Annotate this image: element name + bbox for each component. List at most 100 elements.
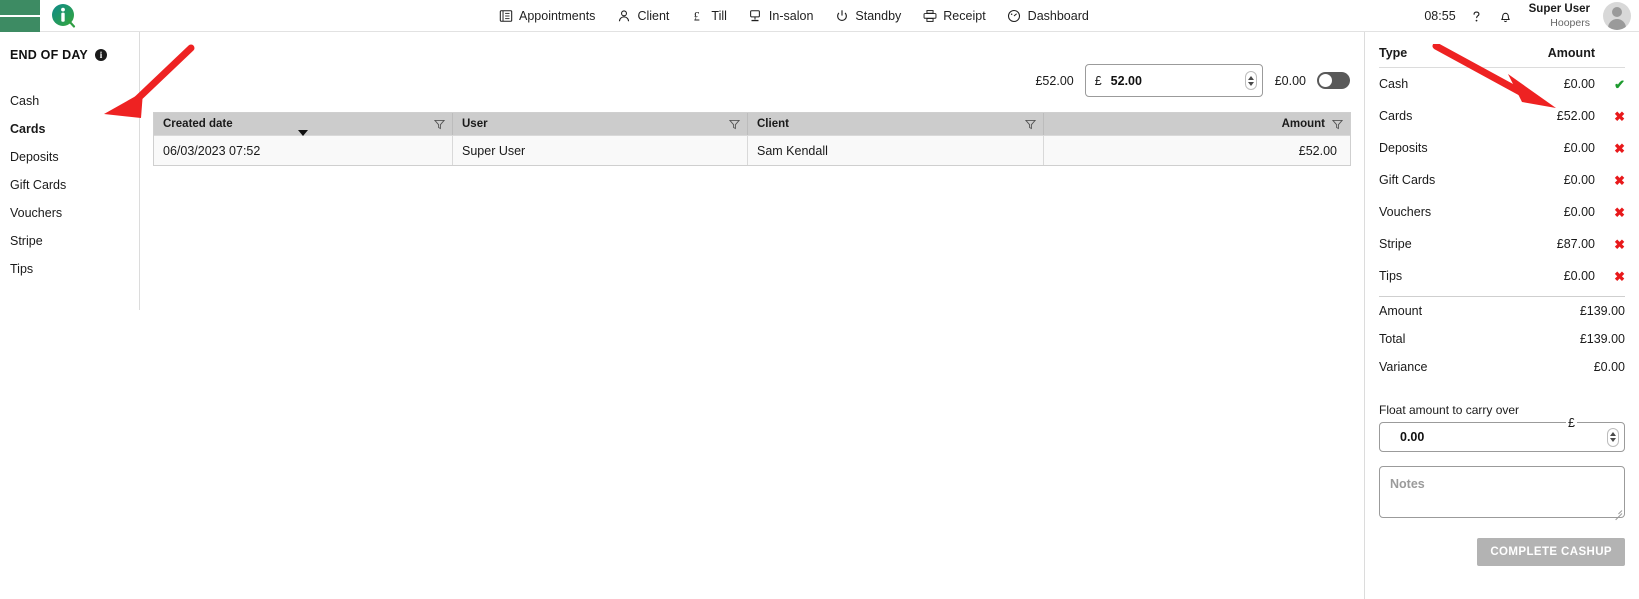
info-icon[interactable]: i bbox=[94, 49, 107, 61]
cell-client: Sam Kendall bbox=[748, 136, 1044, 165]
nav-label: In-salon bbox=[768, 8, 814, 23]
user-organisation: Hoopers bbox=[1550, 16, 1590, 29]
summary-header-type: Type bbox=[1379, 45, 1408, 60]
nav-item-appointments[interactable]: Appointments bbox=[498, 0, 595, 32]
user-info-block[interactable]: Super User Hoopers bbox=[1529, 3, 1590, 28]
sidebar-item-tips[interactable]: Tips bbox=[10, 255, 139, 283]
stepper-up-icon[interactable] bbox=[1610, 432, 1616, 436]
client-person-icon bbox=[616, 9, 631, 24]
sidebar-item-deposits[interactable]: Deposits bbox=[10, 143, 139, 171]
textarea-resize-handle[interactable] bbox=[1613, 506, 1623, 521]
summary-type-label: Cash bbox=[1379, 77, 1409, 91]
main-navigation: Appointments Client £ Till In-salon Stan… bbox=[498, 0, 1089, 32]
float-amount-section: Float amount to carry over £ 0.00 bbox=[1379, 403, 1625, 452]
summary-amount-value: £0.00 bbox=[1563, 141, 1595, 155]
filter-funnel-icon[interactable] bbox=[1024, 119, 1037, 130]
nav-item-in-salon[interactable]: In-salon bbox=[748, 0, 813, 32]
pound-till-icon: £ bbox=[690, 9, 705, 24]
nav-item-dashboard[interactable]: Dashboard bbox=[1007, 0, 1089, 32]
summary-amount-value: £87.00 bbox=[1556, 237, 1595, 251]
total-label: Variance bbox=[1379, 360, 1428, 374]
stepper-down-icon[interactable] bbox=[1247, 81, 1254, 86]
table-body: 06/03/2023 07:52 Super User Sam Kendall … bbox=[154, 135, 1350, 165]
summary-type-label: Tips bbox=[1379, 269, 1403, 283]
stepper-down-icon[interactable] bbox=[1610, 438, 1616, 442]
cross-icon: ✖ bbox=[1614, 140, 1625, 156]
end-of-day-screen: Appointments Client £ Till In-salon Stan… bbox=[0, 0, 1639, 599]
summary-row-vouchers[interactable]: Vouchers £0.00 ✖ bbox=[1379, 196, 1625, 228]
notes-textarea[interactable]: Notes bbox=[1379, 466, 1625, 521]
filter-funnel-icon[interactable] bbox=[433, 119, 446, 130]
summary-row-tips[interactable]: Tips £0.00 ✖ bbox=[1379, 260, 1625, 292]
column-label: Client bbox=[757, 118, 789, 130]
dashboard-gauge-icon bbox=[1007, 9, 1022, 24]
sort-descending-icon bbox=[298, 130, 308, 136]
clock-display: 08:55 bbox=[1424, 9, 1456, 23]
summary-type-label: Cards bbox=[1379, 109, 1413, 123]
float-currency-symbol: £ bbox=[1566, 416, 1577, 430]
bell-icon[interactable] bbox=[1498, 8, 1514, 24]
cross-icon: ✖ bbox=[1614, 236, 1625, 252]
total-label: Total bbox=[1379, 332, 1406, 346]
summary-amount-value: £52.00 bbox=[1556, 109, 1595, 123]
hamburger-icon[interactable] bbox=[0, 0, 40, 32]
summary-amount-value: £0.00 bbox=[1563, 269, 1595, 283]
table-row[interactable]: 06/03/2023 07:52 Super User Sam Kendall … bbox=[154, 135, 1350, 165]
complete-cashup-button[interactable]: COMPLETE CASHUP bbox=[1477, 538, 1625, 566]
table-header-row: Created date User Client Amount bbox=[154, 113, 1350, 136]
summary-amount-value: £0.00 bbox=[1563, 77, 1595, 91]
cross-icon: ✖ bbox=[1614, 108, 1625, 124]
float-amount-value: 0.00 bbox=[1400, 430, 1425, 444]
nav-item-receipt[interactable]: Receipt bbox=[922, 0, 986, 32]
column-header-user[interactable]: User bbox=[453, 113, 748, 135]
cross-icon: ✖ bbox=[1614, 268, 1625, 284]
summary-header-amount: Amount bbox=[1547, 45, 1595, 60]
help-icon[interactable] bbox=[1469, 8, 1485, 24]
nav-item-client[interactable]: Client bbox=[616, 0, 669, 32]
sidebar-item-cards[interactable]: Cards bbox=[10, 115, 139, 143]
column-label: User bbox=[462, 118, 488, 130]
appointments-icon bbox=[498, 9, 513, 24]
float-amount-label: Float amount to carry over bbox=[1379, 403, 1520, 417]
column-header-client[interactable]: Client bbox=[748, 113, 1044, 135]
amount-toggle-switch[interactable] bbox=[1317, 72, 1350, 89]
sidebar-item-vouchers[interactable]: Vouchers bbox=[10, 199, 139, 227]
sidebar-item-stripe[interactable]: Stripe bbox=[10, 227, 139, 255]
header-right-cluster: 08:55 Super User Hoopers bbox=[1424, 0, 1631, 32]
column-header-created-date[interactable]: Created date bbox=[154, 113, 453, 136]
notes-placeholder: Notes bbox=[1390, 477, 1425, 491]
summary-row-cash[interactable]: Cash £0.00 ✔ bbox=[1379, 68, 1625, 100]
sidebar-item-cash[interactable]: Cash bbox=[10, 87, 139, 115]
avatar[interactable] bbox=[1603, 2, 1631, 30]
summary-type-label: Vouchers bbox=[1379, 205, 1432, 219]
nav-item-till[interactable]: £ Till bbox=[690, 0, 727, 32]
sidebar-item-gift-cards[interactable]: Gift Cards bbox=[10, 171, 139, 199]
cell-user: Super User bbox=[453, 136, 748, 165]
column-label: Created date bbox=[163, 118, 233, 130]
filter-funnel-icon[interactable] bbox=[1331, 119, 1344, 130]
summary-row-stripe[interactable]: Stripe £87.00 ✖ bbox=[1379, 228, 1625, 260]
float-stepper[interactable] bbox=[1607, 427, 1619, 447]
filter-funnel-icon[interactable] bbox=[728, 119, 741, 130]
summary-type-label: Gift Cards bbox=[1379, 173, 1436, 187]
cashup-summary-panel: Type Amount Cash £0.00 ✔ Cards £52.00 ✖ … bbox=[1364, 32, 1639, 599]
cell-amount: £52.00 bbox=[1298, 143, 1337, 158]
amount-stepper[interactable] bbox=[1244, 71, 1257, 90]
summary-row-deposits[interactable]: Deposits £0.00 ✖ bbox=[1379, 132, 1625, 164]
nav-label: Dashboard bbox=[1027, 8, 1089, 23]
column-header-amount[interactable]: Amount bbox=[1044, 113, 1350, 135]
hamburger-bar bbox=[0, 14, 14, 17]
summary-row-cards[interactable]: Cards £52.00 ✖ bbox=[1379, 100, 1625, 132]
hamburger-bar bbox=[26, 14, 40, 17]
standby-icon bbox=[834, 9, 849, 24]
brand-logo-icon[interactable] bbox=[40, 0, 88, 32]
total-value: £139.00 bbox=[1579, 304, 1625, 318]
nav-item-standby[interactable]: Standby bbox=[834, 0, 901, 32]
currency-symbol: £ bbox=[1094, 73, 1102, 88]
avatar-body bbox=[1608, 19, 1626, 30]
summary-row-gift-cards[interactable]: Gift Cards £0.00 ✖ bbox=[1379, 164, 1625, 196]
float-amount-input[interactable]: 0.00 bbox=[1379, 422, 1625, 452]
stepper-up-icon[interactable] bbox=[1247, 75, 1254, 80]
total-label: Amount bbox=[1379, 304, 1423, 318]
counted-amount-field[interactable]: £ 52.00 bbox=[1084, 64, 1263, 97]
